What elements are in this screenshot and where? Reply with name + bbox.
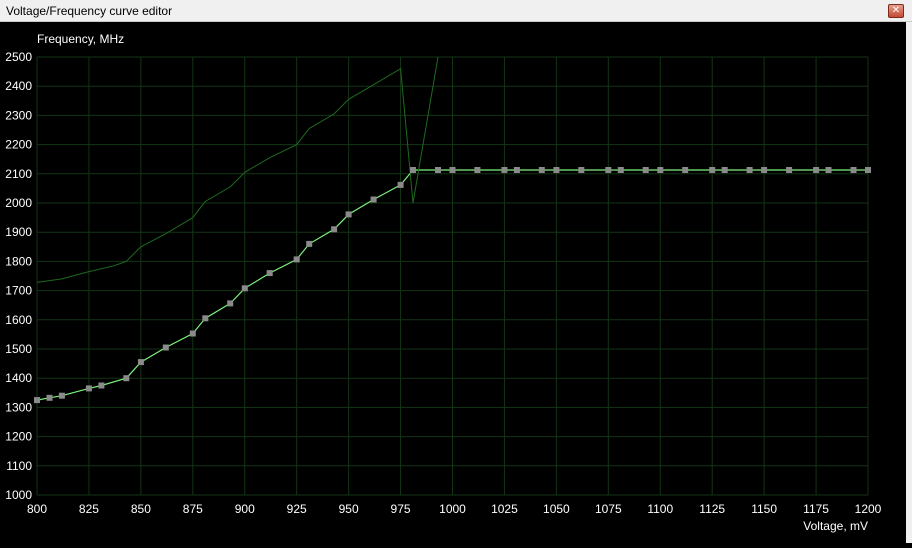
reference-curve-line: [37, 57, 439, 283]
close-icon: ✕: [891, 5, 901, 16]
vf-curve-chart[interactable]: Frequency, MHz Voltage, mV 800 825 850 875 9…: [0, 22, 906, 543]
x-tick-label: 825: [79, 502, 99, 516]
curve-point-handle[interactable]: [709, 167, 716, 173]
y-tick-label: 1700: [5, 284, 32, 298]
curve-point-handle[interactable]: [46, 394, 53, 401]
curve-point-handle[interactable]: [657, 167, 664, 173]
x-tick-label: 1175: [803, 502, 829, 516]
x-tick-label: 900: [235, 502, 255, 516]
curve-point-handle[interactable]: [786, 167, 793, 173]
curve-point-handle[interactable]: [266, 270, 273, 277]
grid-lines: [36, 56, 869, 496]
x-tick-label: 850: [131, 502, 151, 516]
window-title: Voltage/Frequency curve editor: [6, 4, 173, 18]
curve-point-handle[interactable]: [331, 226, 338, 233]
y-tick-label: 2100: [5, 167, 32, 181]
x-tick-label: 1125: [699, 502, 725, 516]
window-titlebar: Voltage/Frequency curve editor ✕: [0, 0, 912, 22]
curve-point-handle[interactable]: [410, 167, 416, 173]
y-tick-label: 1200: [5, 430, 32, 444]
curve-point-handle[interactable]: [501, 167, 508, 173]
close-button[interactable]: ✕: [888, 4, 904, 18]
curve-point-handle[interactable]: [474, 167, 481, 173]
window-border-right: [906, 22, 912, 543]
curve-point-handle[interactable]: [850, 167, 857, 173]
curve-point-handle[interactable]: [435, 167, 441, 173]
x-tick-label: 1050: [543, 502, 570, 516]
curve-point-handle[interactable]: [721, 167, 728, 173]
curve-point-handle[interactable]: [202, 315, 209, 322]
x-tick-label: 1200: [855, 502, 882, 516]
y-tick-label: 1900: [5, 225, 32, 239]
curve-point-handle[interactable]: [605, 167, 612, 173]
curve-point-handle[interactable]: [137, 359, 144, 366]
curve-point-handle[interactable]: [813, 167, 820, 173]
x-tick-label: 1000: [439, 502, 466, 516]
y-tick-label: 1300: [5, 400, 32, 414]
curve-point-handle[interactable]: [513, 167, 520, 173]
x-tick-label: 1025: [491, 502, 518, 516]
curve-point-handle[interactable]: [642, 167, 649, 173]
curve-point-handle[interactable]: [746, 167, 753, 173]
curve-point-handle[interactable]: [293, 256, 300, 263]
curve-point-handle[interactable]: [34, 397, 40, 404]
x-tick-label: 1075: [595, 502, 622, 516]
x-tick-label: 975: [391, 502, 411, 516]
y-tick-label: 2200: [5, 138, 32, 152]
curve-point-handle[interactable]: [538, 167, 545, 173]
curve-point-handle[interactable]: [449, 167, 456, 173]
y-tick-label: 1500: [5, 342, 32, 356]
y-tick-label: 2500: [5, 50, 32, 64]
curve-point-handle[interactable]: [58, 392, 65, 399]
y-tick-label: 1100: [6, 459, 32, 473]
x-tick-label: 875: [183, 502, 203, 516]
y-tick-label: 1400: [5, 371, 32, 385]
tick-labels: 800 825 850 875 900 925 950 975 1000 1025 1050 1075…: [5, 50, 881, 516]
curve-point-handle[interactable]: [227, 300, 234, 307]
curve-point-handle[interactable]: [85, 385, 92, 392]
curve-point-handle[interactable]: [189, 330, 196, 337]
x-tick-label: 1150: [751, 502, 777, 516]
x-tick-label: 1100: [647, 502, 673, 516]
y-tick-label: 2300: [5, 108, 32, 122]
curve-point-handle[interactable]: [578, 167, 585, 173]
curve-point-handle[interactable]: [553, 167, 560, 173]
curve-point-handle[interactable]: [98, 382, 105, 389]
x-tick-label: 800: [27, 502, 47, 516]
curve-point-handle[interactable]: [162, 344, 169, 351]
y-tick-label: 1000: [5, 488, 32, 502]
curve-point-handle[interactable]: [123, 375, 130, 382]
curve-point-handle[interactable]: [345, 211, 352, 218]
curve-point-handle[interactable]: [682, 167, 689, 173]
y-axis-label: Frequency, MHz: [37, 32, 124, 46]
curve-point-handle[interactable]: [825, 167, 832, 173]
x-axis-label: Voltage, mV: [803, 519, 868, 533]
curve-point-handle[interactable]: [397, 181, 404, 188]
curve-point-handle[interactable]: [617, 167, 624, 173]
x-tick-label: 925: [287, 502, 307, 516]
curve-point-handle[interactable]: [761, 167, 768, 173]
y-tick-label: 1800: [5, 254, 32, 268]
curve-point-handle[interactable]: [865, 167, 871, 173]
curve-point-handle[interactable]: [370, 196, 377, 203]
curve-point-handle[interactable]: [306, 240, 313, 247]
curve-point-handle[interactable]: [241, 285, 248, 292]
chart-frame: Frequency, MHz Voltage, mV 800 825 850 875 9…: [0, 22, 912, 543]
y-tick-label: 1600: [5, 313, 32, 327]
y-tick-label: 2400: [5, 79, 32, 93]
y-tick-label: 2000: [5, 196, 32, 210]
x-tick-label: 950: [339, 502, 359, 516]
